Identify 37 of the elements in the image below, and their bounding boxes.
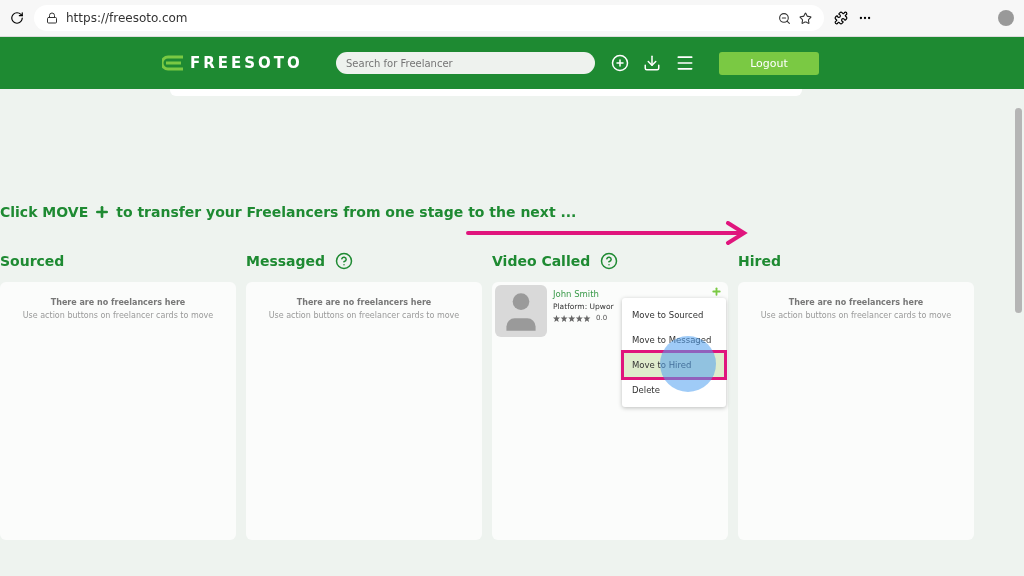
zoom-icon[interactable]: [778, 11, 791, 25]
url-text: https://freesoto.com: [66, 11, 188, 25]
avatar-silhouette: [495, 285, 547, 337]
freelancer-name[interactable]: John Smith: [553, 289, 614, 299]
search-field[interactable]: Search for Freelancer: [336, 52, 595, 74]
address-bar[interactable]: https://freesoto.com: [34, 5, 824, 31]
empty-title: There are no freelancers here: [49, 298, 187, 307]
lock-icon: [46, 12, 58, 24]
column-title: Hired: [738, 253, 781, 269]
menu-item[interactable]: Move to Sourced: [624, 303, 724, 327]
download-icon[interactable]: [643, 54, 661, 72]
scrollbar[interactable]: [1015, 108, 1022, 313]
empty-hint: Use action buttons on freelancer cards to move: [759, 311, 953, 320]
empty-hint: Use action buttons on freelancer cards to move: [21, 311, 215, 320]
empty-title: There are no freelancers here: [295, 298, 433, 307]
logo-icon: [162, 55, 184, 71]
reload-icon[interactable]: [10, 11, 24, 25]
profile-icon[interactable]: [998, 10, 1014, 26]
menu-item[interactable]: Move to Hired: [624, 353, 724, 377]
star-icon[interactable]: [799, 11, 812, 25]
move-icon: [94, 204, 111, 220]
instruction-text: to transfer your Freelancers from one stage to the next ...: [116, 204, 577, 220]
column-title: Video Called: [492, 253, 591, 269]
empty-hint: Use action buttons on freelancer cards to move: [267, 311, 461, 320]
instruction-text: Click MOVE: [0, 204, 89, 220]
column-title: Sourced: [0, 253, 65, 269]
empty-title: There are no freelancers here: [787, 298, 925, 307]
help-icon[interactable]: [600, 252, 619, 270]
menu-icon[interactable]: [675, 53, 695, 73]
menu-item[interactable]: Move to Messaged: [624, 328, 724, 352]
column-title: Messaged: [246, 253, 326, 269]
logo-text: FREESOTO: [190, 54, 303, 72]
menu-item[interactable]: Delete: [624, 378, 724, 402]
star-rating-icon: [553, 314, 591, 322]
puzzle-icon[interactable]: [834, 11, 848, 25]
help-icon[interactable]: [335, 252, 354, 270]
add-icon[interactable]: [611, 54, 629, 72]
